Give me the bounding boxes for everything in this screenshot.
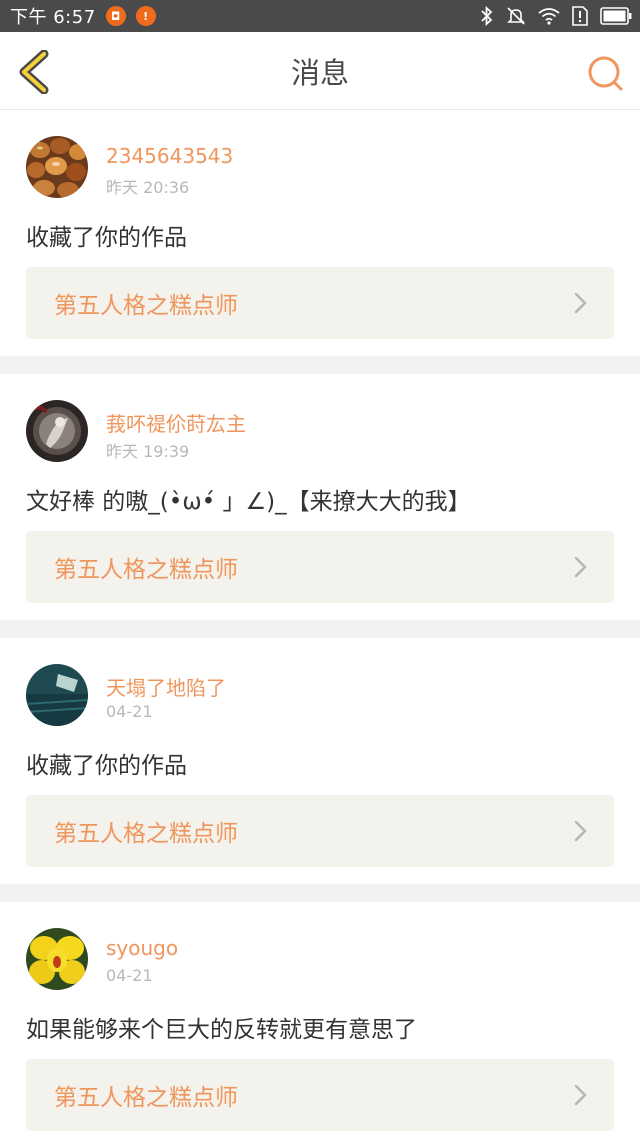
- timestamp: 昨天 19:39: [106, 442, 190, 461]
- message-card: 2345643543 昨天 20:36 收藏了你的作品 第五人格之糕点师: [0, 110, 640, 356]
- work-title: 第五人格之糕点师: [54, 293, 238, 319]
- work-title: 第五人格之糕点师: [54, 1085, 238, 1111]
- status-icons: [480, 6, 632, 26]
- bluetooth-icon: [481, 6, 493, 26]
- work-title: 第五人格之糕点师: [54, 821, 238, 847]
- avatar[interactable]: [26, 664, 88, 726]
- app-notification-icon: ◘: [105, 6, 126, 26]
- avatar-image: [26, 928, 88, 990]
- avatar[interactable]: [26, 400, 88, 462]
- chevron-right-icon: [574, 292, 587, 314]
- avatar[interactable]: [26, 136, 88, 198]
- work-link-button[interactable]: 第五人格之糕点师: [26, 267, 614, 339]
- avatar-image: [26, 136, 88, 198]
- avatar-image: [26, 664, 88, 726]
- message-text: 收藏了你的作品: [26, 225, 187, 251]
- divider: [0, 620, 640, 638]
- work-title: 第五人格之糕点师: [54, 557, 238, 583]
- work-link-button[interactable]: 第五人格之糕点师: [26, 1059, 614, 1131]
- status-left: 下午 6:57 ◘ !: [10, 3, 156, 29]
- divider: [0, 356, 640, 374]
- app-header: 消息: [0, 32, 640, 110]
- message-text: 如果能够来个巨大的反转就更有意思了: [26, 1017, 417, 1043]
- divider: [0, 884, 640, 902]
- avatar-image: [26, 400, 88, 462]
- message-text: 文好棒 的嗷_(•̀ω•́ 」∠)_【来撩大大的我】: [26, 489, 471, 515]
- timestamp: 04-21: [106, 966, 153, 985]
- work-link-button[interactable]: 第五人格之糕点师: [26, 531, 614, 603]
- alert-notification-icon: !: [135, 6, 156, 26]
- avatar[interactable]: [26, 928, 88, 990]
- message-card: 莪吥禔伱莳厷主 昨天 19:39 文好棒 的嗷_(•̀ω•́ 」∠)_【来撩大大…: [0, 374, 640, 620]
- status-time: 下午 6:57: [10, 7, 96, 28]
- mute-icon: [507, 7, 525, 25]
- timestamp: 04-21: [106, 702, 153, 721]
- chevron-right-icon: [574, 556, 587, 578]
- message-card: syougo 04-21 如果能够来个巨大的反转就更有意思了 第五人格之糕点师: [0, 902, 640, 1138]
- username[interactable]: syougo: [106, 936, 178, 960]
- message-card: 天塌了地陷了 04-21 收藏了你的作品 第五人格之糕点师: [0, 638, 640, 884]
- username[interactable]: 2345643543: [106, 144, 233, 168]
- message-feed: 2345643543 昨天 20:36 收藏了你的作品 第五人格之糕点师 莪吥禔…: [0, 110, 640, 1138]
- chevron-right-icon: [574, 1084, 587, 1106]
- wifi-icon: [538, 8, 560, 25]
- timestamp: 昨天 20:36: [106, 178, 190, 197]
- sim-alert-icon: [572, 6, 588, 26]
- username[interactable]: 莪吥禔伱莳厷主: [106, 408, 246, 437]
- work-link-button[interactable]: 第五人格之糕点师: [26, 795, 614, 867]
- username[interactable]: 天塌了地陷了: [106, 672, 226, 701]
- battery-icon: [600, 7, 632, 25]
- chevron-right-icon: [574, 820, 587, 842]
- message-text: 收藏了你的作品: [26, 753, 187, 779]
- status-bar: 下午 6:57 ◘ !: [0, 0, 640, 32]
- search-icon[interactable]: [586, 54, 624, 92]
- page-title: 消息: [290, 56, 349, 90]
